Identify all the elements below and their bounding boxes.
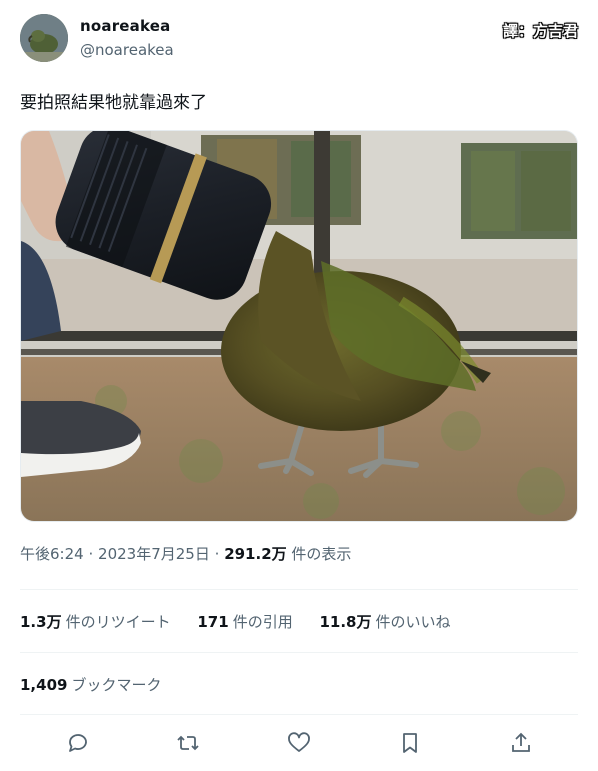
action-bar [20, 726, 578, 760]
like-button[interactable] [282, 726, 316, 760]
likes-count: 11.8万 [319, 613, 372, 631]
divider [20, 714, 578, 715]
share-icon [512, 732, 530, 752]
quotes-label: 件の引用 [232, 613, 293, 631]
quotes-stat[interactable]: 171 件の引用 [197, 613, 297, 631]
meta-separator: · [88, 545, 94, 563]
engagement-stats: 1.3万 件のリツイート 171 件の引用 11.8万 件のいいね [20, 611, 473, 632]
bookmarks-count: 1,409 [20, 676, 68, 694]
tweet-time[interactable]: 午後6:24 [20, 545, 84, 563]
avatar[interactable] [20, 14, 68, 62]
bookmarks-stat[interactable]: 1,409 ブックマーク [20, 674, 161, 695]
display-name[interactable]: noareakea [80, 17, 170, 35]
share-button[interactable] [504, 726, 538, 760]
likes-stat[interactable]: 11.8万 件のいいね [319, 613, 450, 631]
retweet-icon [177, 735, 199, 751]
tweet-text: 要拍照結果牠就靠過來了 [20, 93, 207, 113]
kea-camera-lens-image [21, 131, 577, 521]
avatar-kea-image [20, 14, 68, 62]
translator-watermark: 譯：方吉君 [502, 22, 578, 40]
meta-separator: · [214, 545, 220, 563]
likes-label: 件のいいね [375, 613, 451, 631]
retweet-button[interactable] [171, 726, 205, 760]
reply-button[interactable] [61, 726, 95, 760]
quotes-count: 171 [197, 613, 229, 631]
retweets-stat[interactable]: 1.3万 件のリツイート [20, 613, 175, 631]
tweet-meta: 午後6:24 · 2023年7月25日 · 291.2万 件の表示 [20, 543, 351, 564]
views-count: 291.2万 [224, 545, 287, 563]
divider [20, 652, 578, 653]
tweet-photo[interactable] [20, 130, 578, 522]
heart-icon [288, 732, 310, 752]
reply-icon [69, 734, 87, 752]
retweets-label: 件のリツイート [65, 613, 171, 631]
user-handle[interactable]: @noareakea [80, 41, 174, 59]
divider [20, 589, 578, 590]
tweet-date[interactable]: 2023年7月25日 [98, 545, 210, 563]
bookmarks-label: ブックマーク [71, 676, 162, 694]
bookmark-button[interactable] [393, 726, 427, 760]
bookmark-icon [403, 733, 417, 753]
views-label: 件の表示 [291, 545, 352, 563]
retweets-count: 1.3万 [20, 613, 62, 631]
